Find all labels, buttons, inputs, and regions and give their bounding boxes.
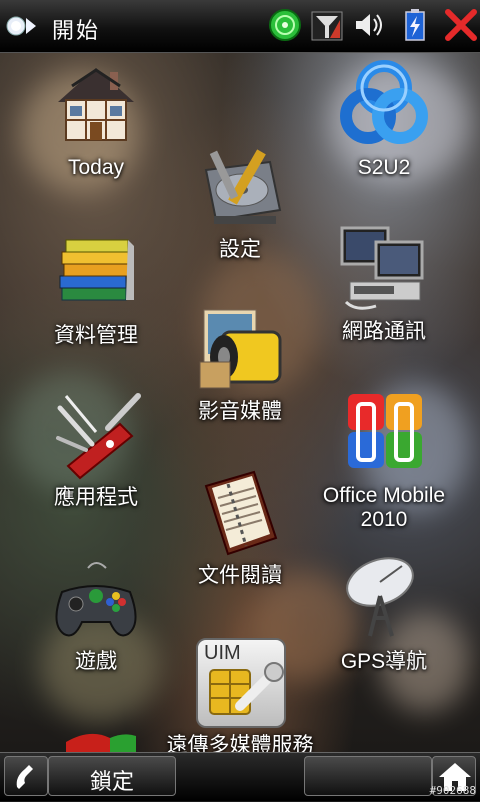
- office-logo-icon: [336, 386, 432, 482]
- partial-app-icon[interactable]: [60, 724, 140, 752]
- watermark: #902688: [429, 784, 476, 797]
- lock-label: 鎖定: [89, 769, 134, 794]
- app-office-mobile[interactable]: Office Mobile 2010: [304, 386, 464, 532]
- start-icon[interactable]: [4, 10, 40, 42]
- app-network[interactable]: 網路通訊: [304, 222, 464, 344]
- phone-button[interactable]: [4, 756, 48, 796]
- house-icon: [48, 58, 144, 154]
- close-icon[interactable]: [444, 8, 478, 42]
- app-media[interactable]: 影音媒體: [160, 302, 320, 424]
- app-label: 影音媒體: [198, 400, 282, 423]
- app-settings[interactable]: 設定: [160, 140, 320, 262]
- network-computers-icon: [336, 222, 432, 318]
- app-s2u2[interactable]: S2U2: [304, 58, 464, 180]
- app-label: 應用程式: [54, 486, 138, 509]
- film-photo-icon: [192, 302, 288, 398]
- connectivity-icon[interactable]: [268, 8, 302, 42]
- notebook-icon: [192, 466, 288, 562]
- settings-harddisk-icon: [192, 140, 288, 236]
- app-label: Today: [67, 156, 125, 179]
- volume-icon[interactable]: [352, 8, 386, 42]
- page-title: 開始: [52, 18, 101, 43]
- app-applications[interactable]: 應用程式: [16, 388, 176, 510]
- app-label: 網路通訊: [342, 320, 426, 343]
- app-today[interactable]: Today: [16, 58, 176, 180]
- uim-sim-card-icon: UIM: [192, 636, 288, 732]
- app-document-reader[interactable]: 文件閱讀: [160, 466, 320, 588]
- app-data-management[interactable]: 資料管理: [16, 226, 176, 348]
- app-fareastone-multimedia[interactable]: UIM 遠傳多媒體服務: [150, 636, 330, 758]
- lock-button[interactable]: 鎖定: [48, 756, 176, 796]
- app-label: 文件閱讀: [198, 564, 282, 587]
- satellite-dish-icon: [336, 552, 432, 648]
- app-label: 資料管理: [54, 324, 138, 347]
- right-soft-key[interactable]: [304, 756, 432, 796]
- books-icon: [48, 226, 144, 322]
- swiss-knife-icon: [48, 388, 144, 484]
- bottom-bar: 鎖定: [0, 752, 480, 801]
- battery-icon[interactable]: [398, 8, 432, 42]
- app-label: Office Mobile 2010: [322, 484, 446, 531]
- gamepad-icon: [48, 552, 144, 648]
- phone-icon: [16, 765, 33, 789]
- status-bar: 開始: [0, 0, 480, 53]
- app-label: S2U2: [357, 156, 411, 179]
- app-label: 設定: [219, 238, 261, 261]
- signal-icon[interactable]: [310, 8, 344, 42]
- s2u2-knot-icon: [336, 58, 432, 154]
